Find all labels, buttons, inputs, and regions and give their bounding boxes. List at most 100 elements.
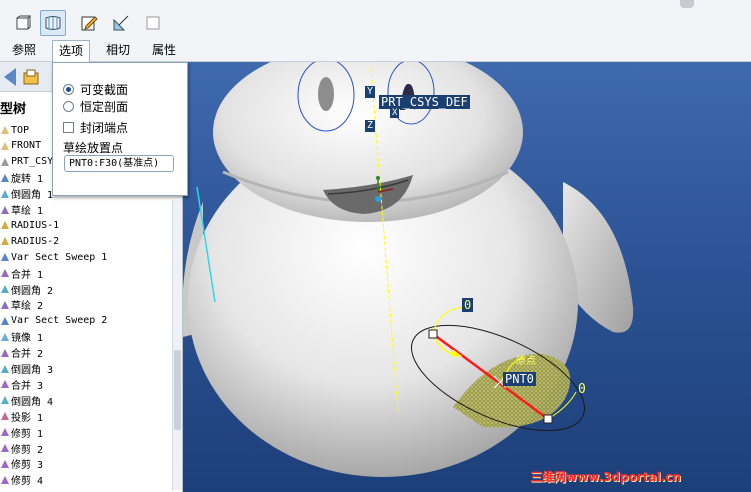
tree-item[interactable]: Var Sect Sweep 2: [0, 313, 160, 329]
csys-axis-x-label: X: [390, 108, 400, 118]
tree-item-label: 合并 3: [11, 380, 44, 392]
revolve-icon: [0, 172, 10, 184]
merge-icon: [0, 347, 10, 359]
radio-button[interactable]: [63, 100, 74, 112]
tree-item[interactable]: 草绘 1: [0, 202, 160, 218]
project-icon: [0, 410, 10, 422]
tree-item[interactable]: 修剪 2: [0, 440, 160, 456]
tree-item-label: 修剪 1: [11, 428, 44, 440]
graph-icon: [0, 219, 10, 231]
tab-tangency[interactable]: 相切: [100, 40, 136, 62]
tree-item-label: 修剪 4: [11, 476, 44, 488]
closed-ends-checkbox-row[interactable]: 封闭端点: [63, 119, 128, 135]
sketch-point-label: 草绘放置点: [63, 141, 124, 155]
tab-references[interactable]: 参照: [6, 40, 42, 62]
tab-options[interactable]: 选项: [52, 40, 91, 63]
dimension-value-top[interactable]: 0: [462, 298, 474, 312]
tree-item[interactable]: 倒圆角 3: [0, 361, 160, 377]
merge-icon: [0, 378, 10, 390]
tree-item-label: 合并 2: [11, 349, 44, 361]
tree-item[interactable]: Var Sect Sweep 1: [0, 249, 160, 265]
sweep-icon: [0, 315, 10, 327]
tree-item[interactable]: RADIUS-1: [0, 217, 160, 233]
round-icon: [0, 394, 10, 406]
round-icon: [0, 283, 10, 295]
folder-icon[interactable]: [22, 68, 40, 86]
sketch-edit-icon[interactable]: [76, 10, 102, 36]
tree-item-label: 草绘 1: [11, 206, 44, 217]
blank-icon[interactable]: [140, 10, 166, 36]
dashboard-toolbar: [0, 0, 751, 40]
tree-item-label: 倒圆角 3: [11, 365, 54, 376]
start-point-handle[interactable]: [428, 329, 438, 339]
tree-item-label: 镜像 1: [11, 333, 44, 345]
tree-item-label: 修剪 2: [11, 444, 44, 456]
pnt0-label[interactable]: PNT0: [503, 372, 536, 386]
trim-icon: [0, 426, 10, 438]
tree-item-label: Var Sect Sweep 1: [11, 251, 108, 263]
cube-icon[interactable]: [10, 10, 36, 36]
tree-item-label: RADIUS-1: [11, 219, 60, 231]
csys-label[interactable]: PRT_CSYS_DEF: [379, 95, 470, 109]
tree-item-label: 投影 1: [11, 412, 44, 424]
tree-item-label: 倒圆角 1: [11, 190, 54, 202]
dimension-value-right[interactable]: 0: [578, 382, 586, 397]
end-point-handle[interactable]: [543, 414, 553, 424]
watermark-text: 三维网www.3dportal.cn: [530, 470, 681, 484]
section-icon[interactable]: [108, 10, 134, 36]
tree-item[interactable]: 修剪 4: [0, 472, 160, 488]
tree-item[interactable]: 草绘 2: [0, 297, 160, 313]
sketch-point-field[interactable]: PNT0:F30(基准点): [64, 155, 174, 172]
radio-button-selected[interactable]: [63, 83, 74, 95]
tree-item-label: 旋转 1: [11, 174, 44, 186]
tree-item[interactable]: 倒圆角 4: [0, 392, 160, 408]
graphics-viewport[interactable]: Y PRT_CSYS_DEF Z X PNT0 原点 0 0: [183, 62, 751, 492]
radio-constant-label: 恒定剖面: [80, 99, 129, 114]
origin-label: 原点: [516, 356, 536, 367]
sketch-icon: [0, 299, 10, 311]
merge-icon: [0, 267, 10, 279]
arrow-left-icon[interactable]: [4, 68, 16, 86]
mirror-icon: [0, 331, 10, 343]
dashboard-tabs: 参照 选项 相切 属性: [0, 40, 751, 63]
sketch-icon: [0, 204, 10, 216]
tree-item-label: RADIUS-2: [11, 235, 60, 247]
tab-properties[interactable]: 属性: [146, 40, 182, 62]
tree-item-label: 草绘 2: [11, 301, 44, 313]
radio-constant-section[interactable]: 恒定剖面: [63, 98, 128, 114]
surface-icon[interactable]: [40, 10, 66, 36]
tree-item-label: 合并 1: [11, 269, 44, 281]
tree-item[interactable]: 修剪 3: [0, 456, 160, 472]
datum-plane-icon: [0, 140, 10, 152]
csys-icon: [0, 156, 10, 168]
tree-item[interactable]: 合并 3: [0, 376, 160, 392]
tree-item[interactable]: 合并 2: [0, 345, 160, 361]
trim-icon: [0, 474, 10, 486]
tree-item-label: 修剪 3: [11, 460, 44, 472]
radio-variable-section[interactable]: 可变截面: [63, 81, 128, 97]
trim-icon: [0, 442, 10, 454]
tree-item[interactable]: 倒圆角 2: [0, 281, 160, 297]
closed-ends-label: 封闭端点: [80, 120, 129, 135]
tree-item-label: Var Sect Sweep 2: [11, 315, 108, 327]
sweep-icon: [0, 251, 10, 263]
tree-item[interactable]: 合并 1: [0, 265, 160, 281]
graph-icon: [0, 235, 10, 247]
closed-ends-checkbox[interactable]: [63, 121, 74, 133]
csys-axis-y-label: Y: [365, 86, 376, 98]
trim-icon: [0, 458, 10, 470]
tree-item[interactable]: 镜像 1: [0, 329, 160, 345]
tree-scrollbar-thumb[interactable]: [174, 350, 181, 430]
radio-variable-label: 可变截面: [80, 82, 129, 97]
round-icon: [0, 363, 10, 375]
tree-item-label: TOP: [11, 124, 30, 136]
tree-item[interactable]: RADIUS-2: [0, 233, 160, 249]
options-panel: 可变截面 恒定剖面 封闭端点 草绘放置点 PNT0:F30(基准点): [52, 62, 188, 196]
tree-item[interactable]: 修剪 1: [0, 424, 160, 440]
tree-scrollbar[interactable]: [172, 200, 182, 490]
round-icon: [0, 188, 10, 200]
window-control-icon[interactable]: [680, 0, 694, 8]
tree-item-label: FRONT: [11, 140, 42, 152]
tree-item[interactable]: 投影 1: [0, 408, 160, 424]
csys-axis-z-label: Z: [365, 120, 376, 132]
